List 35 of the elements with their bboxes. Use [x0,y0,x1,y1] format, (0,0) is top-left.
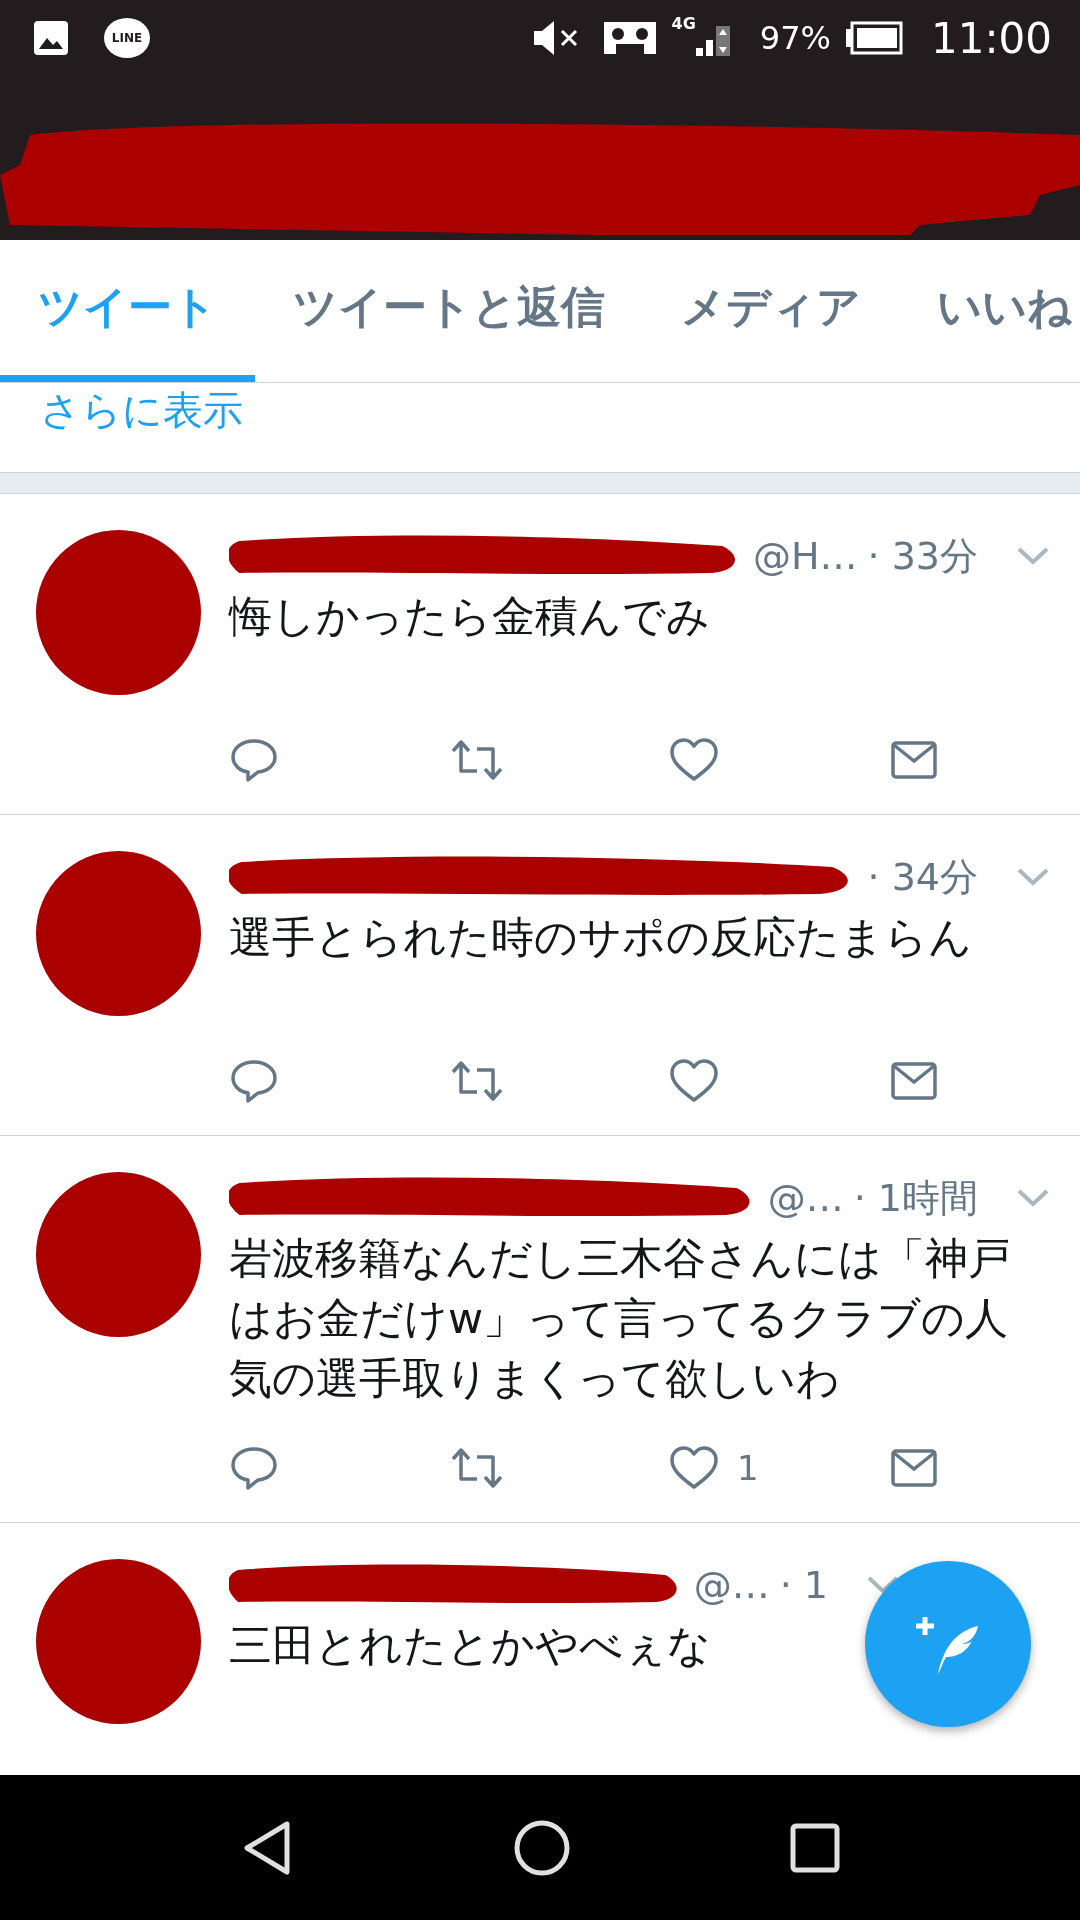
tweet-text: 選手とられた時のサポの反応たまらん [229,911,972,964]
battery-icon [844,21,903,55]
reply-icon[interactable] [229,1058,279,1104]
retweet-icon[interactable] [449,1058,505,1104]
profile-tab[interactable]: メディア [643,240,899,382]
tweet-text: 三田とれたとかやべぇな [229,1619,711,1672]
clock: 11:00 [930,13,1052,63]
user-handle: @… [693,1563,770,1607]
heart-icon[interactable] [669,737,719,783]
network-label: 4G [671,14,696,33]
reply-icon[interactable] [229,737,279,783]
battery-percent: 97% [759,19,831,57]
show-more-link[interactable]: さらに表示 [40,383,243,438]
tweet-time: · 1時間 [853,1174,978,1222]
tweet-text: 悔しかったら金積んでみ [229,590,710,643]
tweet-text: 岩波移籍なんだし三木谷さんには「神戸はお金だけw」って言ってるクラブの人気の選手取りまくって欲しいわ [229,1232,1012,1405]
chevron-down-icon[interactable] [866,1575,900,1595]
user-handle: @H… [752,534,858,578]
retweet-icon[interactable] [449,1445,505,1491]
reply-icon[interactable] [229,1445,279,1491]
heart-icon[interactable] [669,1445,719,1491]
like-count: 1 [737,1448,759,1488]
tweet-time: · 34分 [867,853,978,901]
gallery-icon [32,19,70,57]
app-badge: LINE [104,18,150,58]
tweet-time: · 1 [779,1563,828,1607]
profile-tab[interactable]: ツイートと返信 [255,240,643,382]
home-icon[interactable] [513,1818,571,1877]
tweet-time: · 33分 [867,532,978,580]
recents-icon[interactable] [789,1821,841,1874]
profile-tab[interactable]: ツイート [0,240,255,382]
user-handle: @… [767,1176,844,1220]
profile-tab[interactable]: いいね [899,240,1080,382]
retweet-icon[interactable] [449,737,505,783]
heart-icon[interactable] [669,1058,719,1104]
